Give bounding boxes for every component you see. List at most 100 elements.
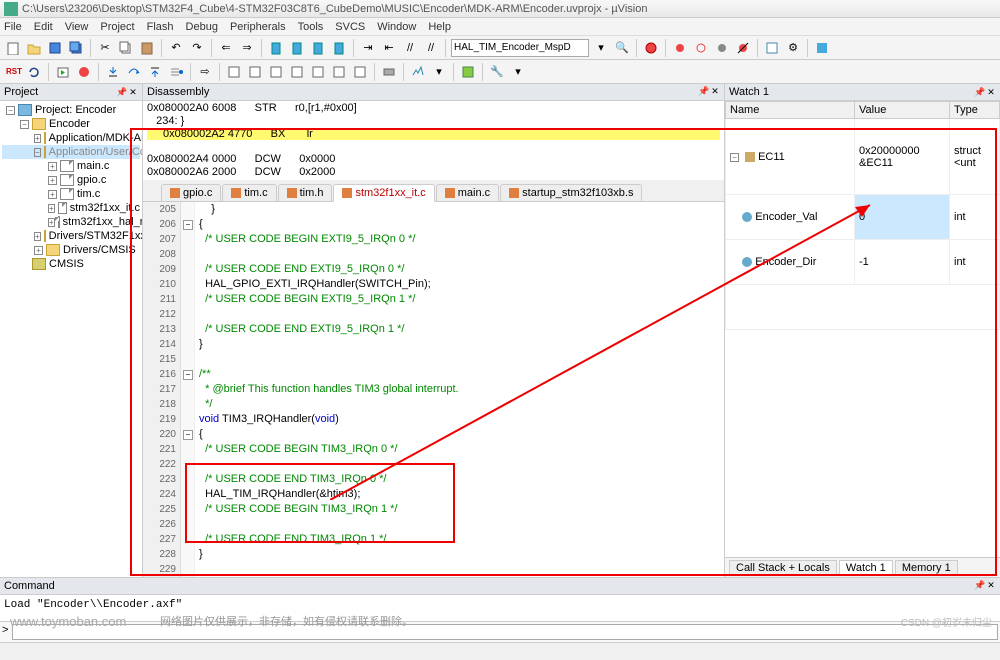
pin-icon[interactable]: 📌 bbox=[974, 580, 984, 590]
editor-tab[interactable]: gpio.c bbox=[161, 184, 221, 201]
help-icon[interactable] bbox=[813, 39, 831, 57]
step-into-icon[interactable] bbox=[104, 63, 122, 81]
tree-project-root[interactable]: −Project: Encoder bbox=[2, 103, 140, 117]
command-window-icon[interactable] bbox=[225, 63, 243, 81]
paste-icon[interactable] bbox=[138, 39, 156, 57]
uncomment-icon[interactable]: // bbox=[422, 39, 440, 57]
watch-row[interactable]: Encoder_Dir-1int bbox=[726, 240, 1000, 285]
pin-icon[interactable]: 📌 bbox=[698, 86, 708, 96]
watch-col-type[interactable]: Type bbox=[950, 102, 1000, 119]
stop-icon[interactable] bbox=[75, 63, 93, 81]
open-icon[interactable] bbox=[25, 39, 43, 57]
disasm-window-icon[interactable] bbox=[246, 63, 264, 81]
breakpoint-insert-icon[interactable] bbox=[671, 39, 689, 57]
pin-icon[interactable]: 📌 bbox=[974, 87, 984, 97]
code-editor[interactable]: 2052062072082092102112122132142152162172… bbox=[143, 202, 724, 577]
menu-file[interactable]: File bbox=[4, 21, 22, 33]
watch-col-name[interactable]: Name bbox=[726, 102, 855, 119]
bookmark-icon[interactable] bbox=[267, 39, 285, 57]
close-icon[interactable]: ✕ bbox=[710, 86, 720, 96]
symbol-window-icon[interactable] bbox=[267, 63, 285, 81]
menu-svcs[interactable]: SVCS bbox=[335, 21, 365, 33]
step-out-icon[interactable] bbox=[146, 63, 164, 81]
watch-enter-expression[interactable] bbox=[726, 284, 1000, 329]
watch-row[interactable]: Encoder_Val0int bbox=[726, 195, 1000, 240]
tree-group-cmsis[interactable]: +Drivers/CMSIS bbox=[2, 243, 140, 257]
tree-file-tim[interactable]: +tim.c bbox=[2, 187, 140, 201]
callstack-icon[interactable] bbox=[309, 63, 327, 81]
tab-callstack[interactable]: Call Stack + Locals bbox=[729, 560, 837, 576]
bookmark-next-icon[interactable] bbox=[309, 39, 327, 57]
watch-table[interactable]: Name Value Type − EC110x20000000 &EC11st… bbox=[725, 101, 1000, 330]
breakpoint-kill-icon[interactable] bbox=[734, 39, 752, 57]
save-icon[interactable] bbox=[46, 39, 64, 57]
menu-edit[interactable]: Edit bbox=[34, 21, 53, 33]
editor-tab[interactable]: main.c bbox=[436, 184, 499, 201]
tab-watch1[interactable]: Watch 1 bbox=[839, 560, 893, 576]
tree-target[interactable]: −Encoder bbox=[2, 117, 140, 131]
tree-group-hal[interactable]: +Drivers/STM32F1xx_HAL bbox=[2, 229, 140, 243]
disassembly-view[interactable]: 0x080002A0 6008 STR r0,[r1,#0x00] 234: }… bbox=[143, 101, 724, 180]
menu-project[interactable]: Project bbox=[100, 21, 134, 33]
find-icon[interactable]: 🔍 bbox=[613, 39, 631, 57]
project-tree[interactable]: −Project: Encoder −Encoder +Application/… bbox=[0, 101, 142, 577]
cut-icon[interactable]: ✂ bbox=[96, 39, 114, 57]
bookmark-clear-icon[interactable] bbox=[330, 39, 348, 57]
new-icon[interactable] bbox=[4, 39, 22, 57]
menu-window[interactable]: Window bbox=[377, 21, 416, 33]
debug-icon[interactable] bbox=[642, 39, 660, 57]
trace-icon[interactable]: ▾ bbox=[430, 63, 448, 81]
menu-debug[interactable]: Debug bbox=[186, 21, 218, 33]
outdent-icon[interactable]: ⇤ bbox=[380, 39, 398, 57]
system-viewer-icon[interactable] bbox=[459, 63, 477, 81]
menu-help[interactable]: Help bbox=[428, 21, 451, 33]
tree-group-mdkarm[interactable]: +Application/MDK-ARM bbox=[2, 131, 140, 145]
tree-file-main[interactable]: +main.c bbox=[2, 159, 140, 173]
editor-tab[interactable]: stm32f1xx_it.c bbox=[333, 184, 434, 202]
tree-file-gpio[interactable]: +gpio.c bbox=[2, 173, 140, 187]
registers-icon[interactable] bbox=[288, 63, 306, 81]
tree-file-it[interactable]: +stm32f1xx_it.c bbox=[2, 201, 140, 215]
menu-flash[interactable]: Flash bbox=[147, 21, 174, 33]
step-over-icon[interactable] bbox=[125, 63, 143, 81]
toolbox2-icon[interactable]: ▾ bbox=[509, 63, 527, 81]
copy-icon[interactable] bbox=[117, 39, 135, 57]
reset-icon[interactable] bbox=[25, 63, 43, 81]
tree-cmsis-pack[interactable]: CMSIS bbox=[2, 257, 140, 271]
editor-tab[interactable]: tim.c bbox=[222, 184, 276, 201]
indent-icon[interactable]: ⇥ bbox=[359, 39, 377, 57]
editor-tab[interactable]: startup_stm32f103xb.s bbox=[500, 184, 642, 201]
tree-group-usercore[interactable]: −Application/User/Core bbox=[2, 145, 140, 159]
watch-row[interactable]: − EC110x20000000 &EC11struct <unt bbox=[726, 119, 1000, 195]
comment-icon[interactable]: // bbox=[401, 39, 419, 57]
pin-icon[interactable]: 📌 bbox=[116, 87, 126, 97]
bookmark-prev-icon[interactable] bbox=[288, 39, 306, 57]
find-combo[interactable] bbox=[451, 39, 589, 57]
menu-tools[interactable]: Tools bbox=[298, 21, 324, 33]
show-next-icon[interactable]: ⇨ bbox=[196, 63, 214, 81]
find-dropdown-icon[interactable]: ▾ bbox=[592, 39, 610, 57]
close-icon[interactable]: ✕ bbox=[986, 87, 996, 97]
watch-col-value[interactable]: Value bbox=[855, 102, 950, 119]
config-icon[interactable]: ⚙ bbox=[784, 39, 802, 57]
tree-file-msp[interactable]: +stm32f1xx_hal_msp bbox=[2, 215, 140, 229]
toolbox-icon[interactable]: 🔧 bbox=[488, 63, 506, 81]
breakpoint-enable-icon[interactable] bbox=[692, 39, 710, 57]
watch-icon[interactable] bbox=[330, 63, 348, 81]
redo-icon[interactable]: ↷ bbox=[188, 39, 206, 57]
memory-icon[interactable] bbox=[351, 63, 369, 81]
nav-fwd-icon[interactable]: ⇒ bbox=[238, 39, 256, 57]
analyzer-icon[interactable] bbox=[409, 63, 427, 81]
tab-memory1[interactable]: Memory 1 bbox=[895, 560, 958, 576]
close-icon[interactable]: ✕ bbox=[986, 580, 996, 590]
undo-icon[interactable]: ↶ bbox=[167, 39, 185, 57]
serial-icon[interactable] bbox=[380, 63, 398, 81]
breakpoint-disable-icon[interactable] bbox=[713, 39, 731, 57]
nav-back-icon[interactable]: ⇐ bbox=[217, 39, 235, 57]
window-icon[interactable] bbox=[763, 39, 781, 57]
run-icon[interactable] bbox=[54, 63, 72, 81]
run-to-cursor-icon[interactable] bbox=[167, 63, 185, 81]
close-icon[interactable]: ✕ bbox=[128, 87, 138, 97]
save-all-icon[interactable] bbox=[67, 39, 85, 57]
menu-view[interactable]: View bbox=[65, 21, 89, 33]
